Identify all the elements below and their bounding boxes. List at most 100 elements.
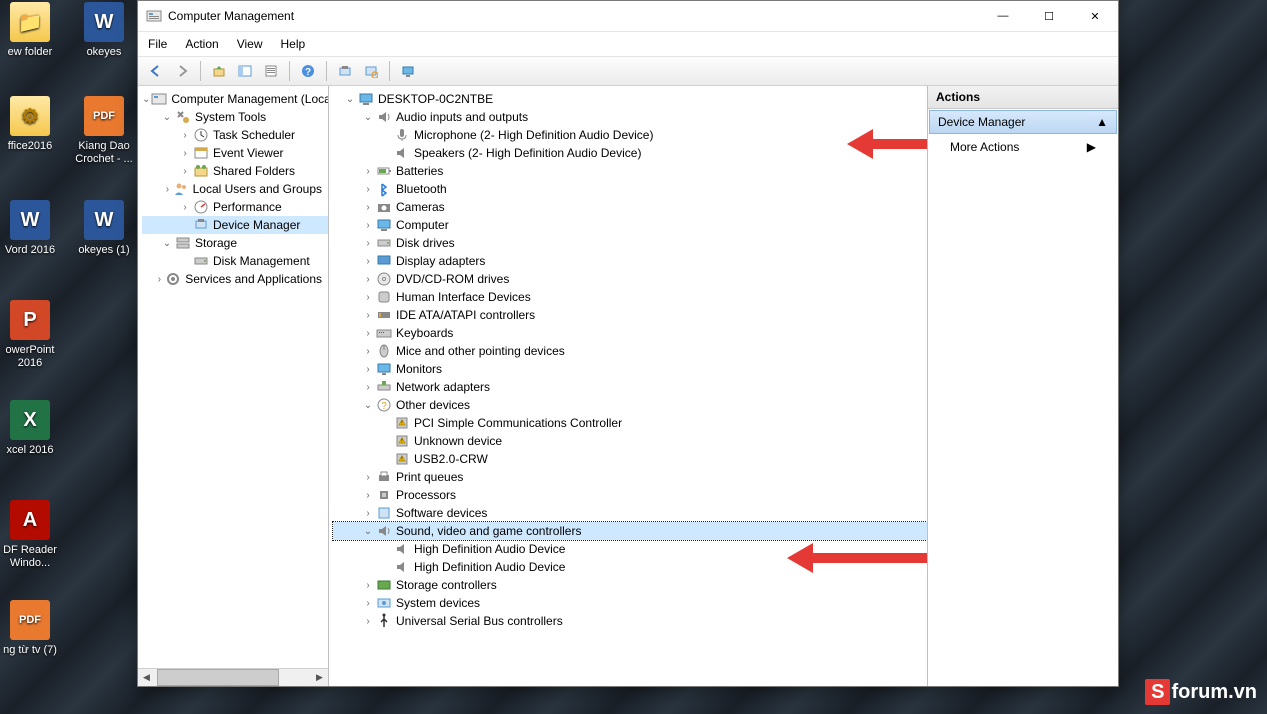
maximize-button[interactable]: ☐ — [1026, 1, 1072, 31]
tree-node[interactable]: ›Cameras — [333, 198, 927, 216]
expander-icon[interactable]: › — [361, 488, 375, 502]
tree-node[interactable]: ⌄?Other devices — [333, 396, 927, 414]
left-tree[interactable]: ⌄Computer Management (Local)⌄System Tool… — [138, 86, 328, 668]
minimize-button[interactable]: — — [980, 1, 1026, 31]
up-button[interactable] — [207, 59, 231, 83]
tree-node[interactable]: ›Task Scheduler — [142, 126, 328, 144]
desktop-icon[interactable]: PDFKiang Dao Crochet - ... — [74, 96, 134, 165]
tree-node[interactable]: ›DVD/CD-ROM drives — [333, 270, 927, 288]
close-button[interactable]: ✕ — [1072, 1, 1118, 31]
expander-icon[interactable]: › — [361, 578, 375, 592]
expander-icon[interactable]: › — [178, 146, 192, 160]
tree-node[interactable]: ›System devices — [333, 594, 927, 612]
tree-node[interactable]: ›Mice and other pointing devices — [333, 342, 927, 360]
tree-node[interactable]: ⌄System Tools — [142, 108, 328, 126]
expander-icon[interactable]: › — [361, 182, 375, 196]
tree-node[interactable]: ⌄Computer Management (Local) — [142, 90, 328, 108]
tree-node[interactable]: ›Print queues — [333, 468, 927, 486]
expander-icon[interactable]: ⌄ — [160, 236, 174, 250]
scan-hardware-button[interactable] — [333, 59, 357, 83]
back-button[interactable] — [144, 59, 168, 83]
tree-node[interactable]: High Definition Audio Device — [333, 540, 927, 558]
expander-icon[interactable]: › — [361, 614, 375, 628]
monitor-button[interactable] — [396, 59, 420, 83]
expander-icon[interactable]: › — [361, 362, 375, 376]
tree-node[interactable]: ›Disk drives — [333, 234, 927, 252]
expander-icon[interactable]: › — [361, 470, 375, 484]
device-tree[interactable]: ⌄DESKTOP-0C2NTBE⌄Audio inputs and output… — [329, 86, 927, 686]
tree-node[interactable]: ›IDE ATA/ATAPI controllers — [333, 306, 927, 324]
tree-node[interactable]: !USB2.0-CRW — [333, 450, 927, 468]
desktop-icon[interactable]: WVord 2016 — [0, 200, 60, 257]
tree-node[interactable]: ›Processors — [333, 486, 927, 504]
help-button[interactable]: ? — [296, 59, 320, 83]
expander-icon[interactable]: ⌄ — [160, 110, 174, 124]
expander-icon[interactable]: › — [361, 164, 375, 178]
expander-icon[interactable]: › — [361, 596, 375, 610]
scan-button[interactable] — [359, 59, 383, 83]
tree-node[interactable]: ⌄DESKTOP-0C2NTBE — [333, 90, 927, 108]
titlebar[interactable]: Computer Management — ☐ ✕ — [138, 1, 1118, 32]
expander-icon[interactable]: › — [361, 236, 375, 250]
left-scrollbar[interactable]: ◀ ▶ — [138, 668, 328, 686]
show-hide-tree-button[interactable] — [233, 59, 257, 83]
tree-node[interactable]: ›Local Users and Groups — [142, 180, 328, 198]
tree-node[interactable]: ›Human Interface Devices — [333, 288, 927, 306]
expander-icon[interactable]: › — [361, 218, 375, 232]
tree-node[interactable]: Speakers (2- High Definition Audio Devic… — [333, 144, 927, 162]
expander-icon[interactable]: ⌄ — [361, 398, 375, 412]
tree-node[interactable]: ›Batteries — [333, 162, 927, 180]
desktop-icon[interactable]: Wokeyes — [74, 2, 134, 59]
menu-help[interactable]: Help — [281, 37, 306, 51]
tree-node[interactable]: ›Event Viewer — [142, 144, 328, 162]
forward-button[interactable] — [170, 59, 194, 83]
tree-node[interactable]: ›Performance — [142, 198, 328, 216]
tree-node[interactable]: ›Monitors — [333, 360, 927, 378]
expander-icon[interactable]: › — [361, 272, 375, 286]
expander-icon[interactable]: › — [361, 308, 375, 322]
tree-node[interactable]: ›Network adapters — [333, 378, 927, 396]
tree-node[interactable]: High Definition Audio Device — [333, 558, 927, 576]
tree-node[interactable]: ⌄Sound, video and game controllers — [333, 522, 927, 540]
expander-icon[interactable]: › — [361, 200, 375, 214]
expander-icon[interactable]: › — [361, 290, 375, 304]
expander-icon[interactable]: › — [178, 128, 192, 142]
expander-icon[interactable]: › — [361, 380, 375, 394]
expander-icon[interactable]: › — [163, 182, 171, 196]
tree-node[interactable]: ›Bluetooth — [333, 180, 927, 198]
desktop-icon[interactable]: PowerPoint 2016 — [0, 300, 60, 369]
tree-node[interactable]: ⌄Audio inputs and outputs — [333, 108, 927, 126]
tree-node[interactable]: Device Manager — [142, 216, 328, 234]
tree-node[interactable]: ›Storage controllers — [333, 576, 927, 594]
properties-button[interactable] — [259, 59, 283, 83]
expander-icon[interactable]: › — [361, 254, 375, 268]
expander-icon[interactable]: › — [155, 272, 165, 286]
actions-selected[interactable]: Device Manager ▲ — [929, 110, 1117, 134]
tree-node[interactable]: ›Computer — [333, 216, 927, 234]
more-actions[interactable]: More Actions ▶ — [928, 135, 1118, 159]
tree-node[interactable]: ›Services and Applications — [142, 270, 328, 288]
tree-node[interactable]: ›Shared Folders — [142, 162, 328, 180]
tree-node[interactable]: ›Display adapters — [333, 252, 927, 270]
menu-view[interactable]: View — [237, 37, 263, 51]
expander-icon[interactable]: ⌄ — [361, 524, 375, 538]
desktop-icon[interactable]: ADF Reader Windo... — [0, 500, 60, 569]
tree-node[interactable]: !PCI Simple Communications Controller — [333, 414, 927, 432]
menu-action[interactable]: Action — [185, 37, 218, 51]
tree-node[interactable]: ›Software devices — [333, 504, 927, 522]
menu-file[interactable]: File — [148, 37, 167, 51]
desktop-icon[interactable]: ⚙ffice2016 — [0, 96, 60, 153]
tree-node[interactable]: ›Keyboards — [333, 324, 927, 342]
expander-icon[interactable]: › — [361, 506, 375, 520]
expander-icon[interactable]: › — [178, 164, 192, 178]
expander-icon[interactable]: ⌄ — [343, 92, 357, 106]
desktop-icon[interactable]: PDFng từ tv (7) — [0, 600, 60, 657]
tree-node[interactable]: Disk Management — [142, 252, 328, 270]
expander-icon[interactable]: ⌄ — [361, 110, 375, 124]
expander-icon[interactable]: ⌄ — [142, 92, 150, 106]
desktop-icon[interactable]: 📁ew folder — [0, 2, 60, 59]
desktop-icon[interactable]: Wokeyes (1) — [74, 200, 134, 257]
tree-node[interactable]: !Unknown device — [333, 432, 927, 450]
expander-icon[interactable]: › — [361, 344, 375, 358]
expander-icon[interactable]: › — [178, 200, 192, 214]
